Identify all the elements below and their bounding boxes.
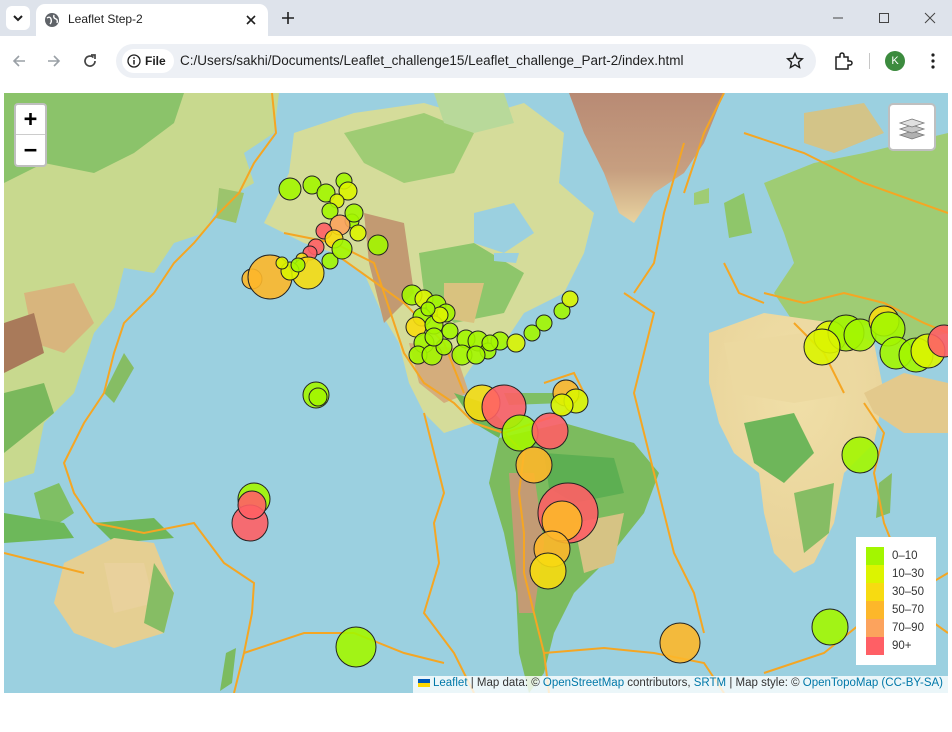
- earthquake-marker[interactable]: [308, 387, 328, 407]
- earthquake-marker[interactable]: [367, 234, 389, 256]
- earthquake-marker[interactable]: [561, 290, 579, 308]
- earthquake-marker[interactable]: [331, 238, 353, 260]
- layers-control-button[interactable]: [888, 103, 936, 151]
- earthquake-marker[interactable]: [424, 327, 444, 347]
- topo-basemap: [4, 93, 948, 693]
- chevron-down-icon: [13, 15, 23, 22]
- tab-search-button[interactable]: [6, 6, 30, 30]
- legend-label: 70–90: [892, 622, 924, 634]
- globe-icon: [45, 13, 59, 27]
- legend-swatch: [866, 565, 884, 583]
- reload-icon: [84, 54, 96, 67]
- extensions-puzzle-icon[interactable]: [832, 50, 854, 72]
- earthquake-marker[interactable]: [344, 203, 364, 223]
- legend-row: 0–10: [866, 547, 936, 565]
- legend-label: 50–70: [892, 604, 924, 616]
- minimize-button[interactable]: [828, 8, 848, 28]
- earthquake-marker[interactable]: [803, 328, 841, 366]
- earthquake-marker[interactable]: [349, 224, 367, 242]
- earthquake-marker[interactable]: [275, 256, 289, 270]
- earthquake-marker[interactable]: [237, 490, 267, 520]
- profile-avatar[interactable]: K: [885, 51, 905, 71]
- attribution-text: | Map data: ©: [467, 677, 543, 689]
- earthquake-marker[interactable]: [841, 436, 879, 474]
- srtm-link[interactable]: SRTM: [694, 677, 726, 689]
- address-bar[interactable]: File C:/Users/sakhi/Documents/Leaflet_ch…: [116, 44, 816, 78]
- legend-label: 30–50: [892, 586, 924, 598]
- close-icon: [924, 12, 936, 24]
- ukraine-flag-icon: [417, 678, 430, 687]
- earthquake-marker[interactable]: [466, 345, 486, 365]
- earthquake-marker[interactable]: [506, 333, 526, 353]
- depth-legend: 0–10 10–30 30–50 50–70 70–90 90+: [856, 537, 936, 665]
- legend-swatch: [866, 601, 884, 619]
- earthquake-marker[interactable]: [515, 446, 553, 484]
- earthquake-marker[interactable]: [278, 177, 302, 201]
- zoom-in-button[interactable]: +: [16, 105, 45, 135]
- browser-toolbar: File C:/Users/sakhi/Documents/Leaflet_ch…: [0, 36, 952, 86]
- tab-title: Leaflet Step-2: [68, 12, 143, 26]
- zoom-control: + −: [14, 103, 47, 167]
- osm-link[interactable]: OpenStreetMap: [543, 677, 624, 689]
- site-info-chip[interactable]: File: [122, 49, 174, 73]
- legend-row: 50–70: [866, 601, 936, 619]
- url-text[interactable]: C:/Users/sakhi/Documents/Leaflet_challen…: [180, 53, 684, 68]
- security-chip-label: File: [145, 54, 166, 68]
- layers-icon: [898, 118, 926, 140]
- legend-row: 70–90: [866, 619, 936, 637]
- tab-close-button[interactable]: [242, 11, 260, 29]
- forward-button[interactable]: [43, 50, 65, 72]
- leaflet-map[interactable]: + − 0–10 10–30 30–50 50–70 70–90 90+ Lea…: [4, 93, 948, 693]
- attribution-text: contributors,: [624, 677, 694, 689]
- reload-button[interactable]: [79, 50, 101, 72]
- tab-strip: Leaflet Step-2: [0, 0, 952, 36]
- legend-label: 10–30: [892, 568, 924, 580]
- earthquake-marker[interactable]: [550, 393, 574, 417]
- earthquake-marker[interactable]: [290, 257, 306, 273]
- legend-swatch: [866, 583, 884, 601]
- toolbar-separator: [869, 53, 870, 69]
- kebab-menu-icon: [931, 53, 935, 69]
- legend-swatch: [866, 637, 884, 655]
- back-button[interactable]: [8, 50, 30, 72]
- earthquake-marker[interactable]: [531, 412, 569, 450]
- minimize-icon: [833, 17, 843, 19]
- new-tab-button[interactable]: [278, 8, 298, 28]
- legend-label: 0–10: [892, 550, 918, 562]
- attribution-text: | Map style: ©: [726, 677, 803, 689]
- map-attribution: Leaflet | Map data: © OpenStreetMap cont…: [412, 676, 948, 693]
- maximize-icon: [879, 13, 889, 23]
- earthquake-marker[interactable]: [529, 552, 567, 590]
- menu-kebab-button[interactable]: [922, 50, 944, 72]
- close-icon: [246, 15, 256, 25]
- earthquake-marker[interactable]: [535, 314, 553, 332]
- arrow-left-icon: [12, 55, 25, 67]
- legend-swatch: [866, 619, 884, 637]
- opentopomap-link[interactable]: OpenTopoMap (CC-BY-SA): [803, 677, 943, 689]
- legend-label: 90+: [892, 640, 912, 652]
- bookmark-star-icon[interactable]: [786, 52, 804, 70]
- arrow-right-icon: [48, 55, 61, 67]
- legend-row: 90+: [866, 637, 936, 655]
- earthquake-marker[interactable]: [420, 301, 436, 317]
- earthquake-marker[interactable]: [481, 334, 499, 352]
- zoom-out-button[interactable]: −: [16, 135, 45, 165]
- window-close-button[interactable]: [920, 8, 940, 28]
- info-icon: [127, 54, 141, 68]
- maximize-button[interactable]: [874, 8, 894, 28]
- leaflet-link[interactable]: Leaflet: [433, 677, 468, 689]
- tab-active[interactable]: Leaflet Step-2: [36, 4, 268, 36]
- earthquake-marker[interactable]: [441, 322, 459, 340]
- earthquake-marker[interactable]: [335, 626, 377, 668]
- earthquake-marker[interactable]: [811, 608, 849, 646]
- plus-icon: [282, 12, 294, 24]
- earthquake-marker[interactable]: [659, 622, 701, 664]
- legend-swatch: [866, 547, 884, 565]
- legend-row: 30–50: [866, 583, 936, 601]
- legend-row: 10–30: [866, 565, 936, 583]
